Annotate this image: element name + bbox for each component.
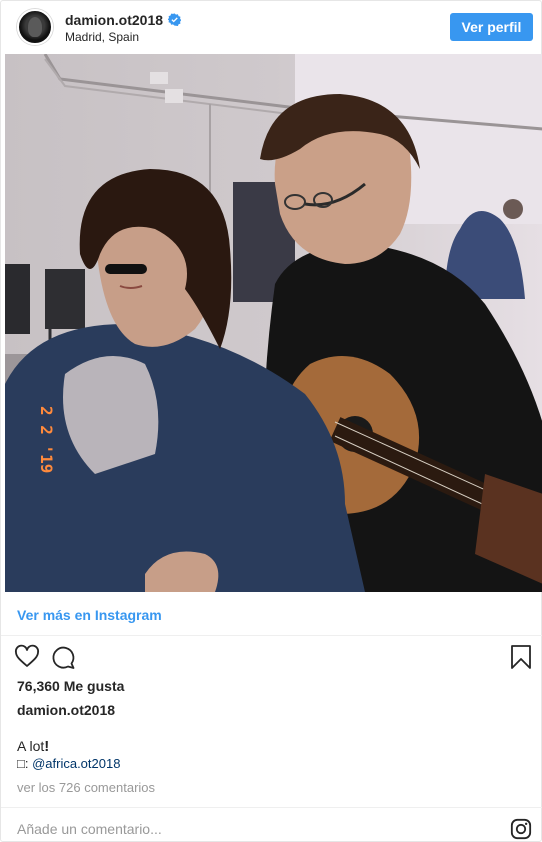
- timestamp-overlay: 2 2 '19: [37, 406, 56, 473]
- credit-prefix: □:: [17, 756, 33, 771]
- location-label[interactable]: Madrid, Spain: [65, 30, 139, 44]
- photo-illustration: 2 2 '19: [5, 54, 542, 592]
- instagram-icon[interactable]: [510, 818, 532, 840]
- avatar[interactable]: [17, 9, 53, 45]
- likes-count[interactable]: 76,360 Me gusta: [17, 678, 124, 694]
- credit-mention-link[interactable]: @africa.ot2018: [32, 756, 120, 771]
- view-comments-link[interactable]: ver los 726 comentarios: [17, 780, 155, 795]
- divider: [1, 807, 542, 808]
- post-photo[interactable]: 2 2 '19: [5, 54, 542, 592]
- divider: [1, 635, 542, 636]
- instagram-embed-card: damion.ot2018 Madrid, Spain Ver perfil 2…: [0, 0, 542, 842]
- caption-text: A lot: [17, 738, 45, 754]
- verified-badge-icon: [168, 13, 182, 26]
- heart-icon[interactable]: [14, 644, 40, 670]
- post-header: damion.ot2018 Madrid, Spain Ver perfil: [1, 1, 542, 54]
- photo-credit: □: @africa.ot2018: [17, 756, 120, 771]
- caption: A lot!: [17, 738, 49, 755]
- view-more-link[interactable]: Ver más en Instagram: [17, 607, 162, 623]
- add-comment-input[interactable]: Añade un comentario...: [17, 821, 162, 837]
- username-text[interactable]: damion.ot2018: [65, 12, 163, 28]
- caption-emphasis: !: [44, 738, 50, 755]
- comment-icon[interactable]: [50, 644, 76, 670]
- view-profile-button[interactable]: Ver perfil: [450, 13, 533, 41]
- bookmark-icon[interactable]: [508, 644, 534, 670]
- username[interactable]: damion.ot2018: [65, 12, 182, 28]
- post-author[interactable]: damion.ot2018: [17, 702, 115, 718]
